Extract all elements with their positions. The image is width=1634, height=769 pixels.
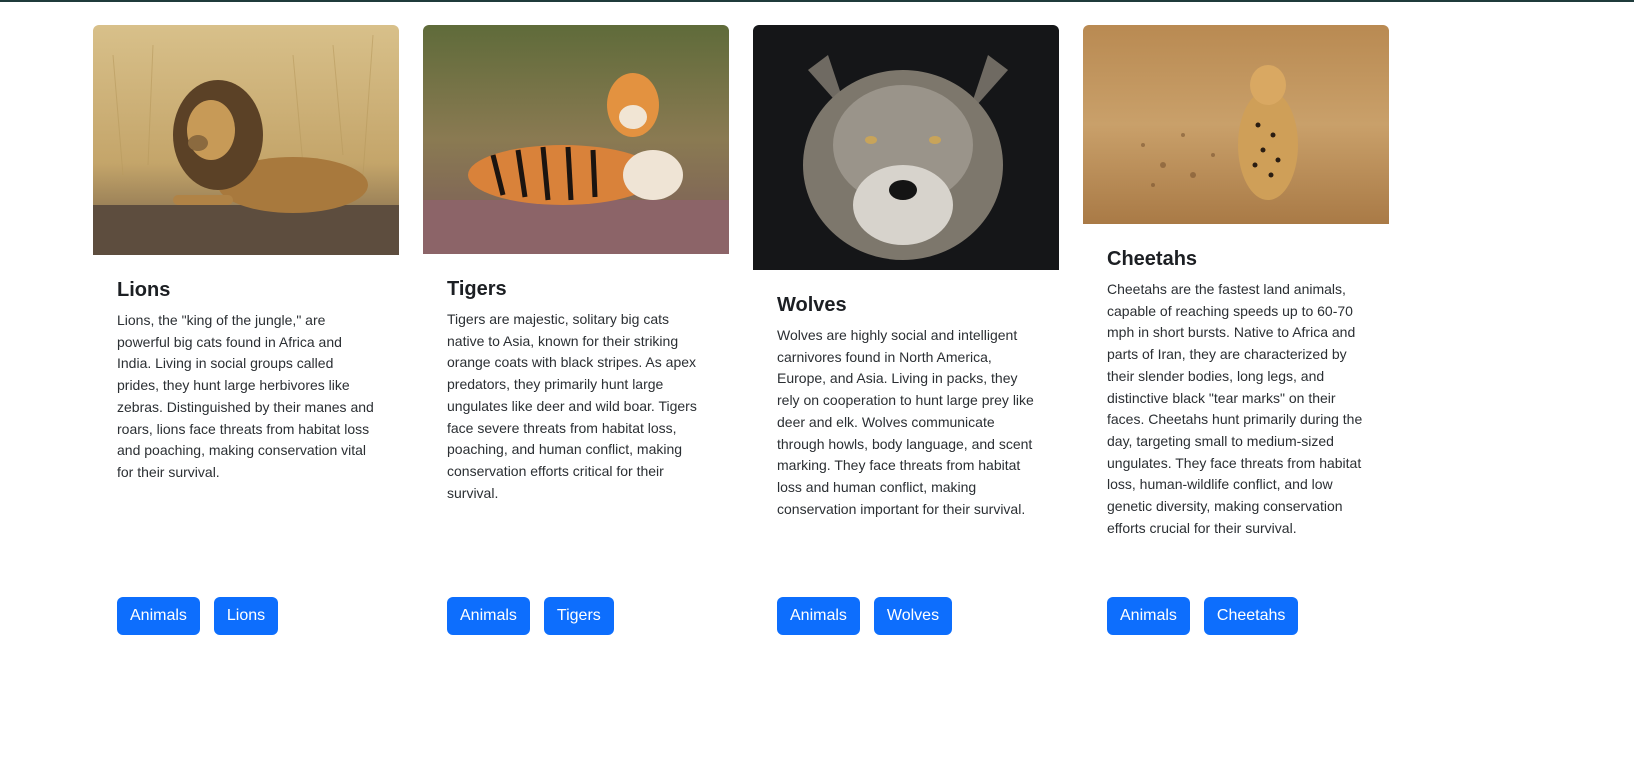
card-description: Tigers are majestic, solitary big cats n… — [447, 311, 697, 501]
cheetah-image — [1083, 25, 1389, 224]
tag-list: Animals Tigers — [447, 597, 614, 635]
tag-wolves-button[interactable]: Wolves — [873, 597, 953, 635]
lion-image — [93, 25, 399, 255]
tiger-image — [423, 25, 729, 254]
card-title: Lions — [117, 279, 171, 301]
tag-list: Animals Lions — [117, 597, 279, 635]
card-lions: Lions Lions, the "king of the jungle," a… — [93, 25, 399, 635]
card-wolves: Wolves Wolves are highly social and inte… — [753, 25, 1059, 635]
top-border — [0, 0, 1634, 2]
card-title: Tigers — [447, 278, 507, 300]
tag-list: Animals Wolves — [777, 597, 953, 635]
tag-animals-button[interactable]: Animals — [1107, 597, 1190, 635]
tag-tigers-button[interactable]: Tigers — [543, 597, 614, 635]
card-title: Cheetahs — [1107, 248, 1198, 270]
tag-list: Animals Cheetahs — [1107, 597, 1299, 635]
card-grid: Lions Lions, the "king of the jungle," a… — [93, 25, 1389, 635]
card-description: Wolves are highly social and intelligent… — [777, 327, 1034, 517]
tag-lions-button[interactable]: Lions — [213, 597, 279, 635]
tag-animals-button[interactable]: Animals — [117, 597, 200, 635]
wolf-image — [753, 25, 1059, 270]
card-description: Cheetahs are the fastest land animals, c… — [1107, 281, 1363, 536]
card-title: Wolves — [777, 294, 847, 316]
tag-animals-button[interactable]: Animals — [447, 597, 530, 635]
card-tigers: Tigers Tigers are majestic, solitary big… — [423, 25, 729, 635]
card-cheetahs: Cheetahs Cheetahs are the fastest land a… — [1083, 25, 1389, 635]
card-description: Lions, the "king of the jungle," are pow… — [117, 312, 374, 480]
tag-cheetahs-button[interactable]: Cheetahs — [1203, 597, 1299, 635]
tag-animals-button[interactable]: Animals — [777, 597, 860, 635]
